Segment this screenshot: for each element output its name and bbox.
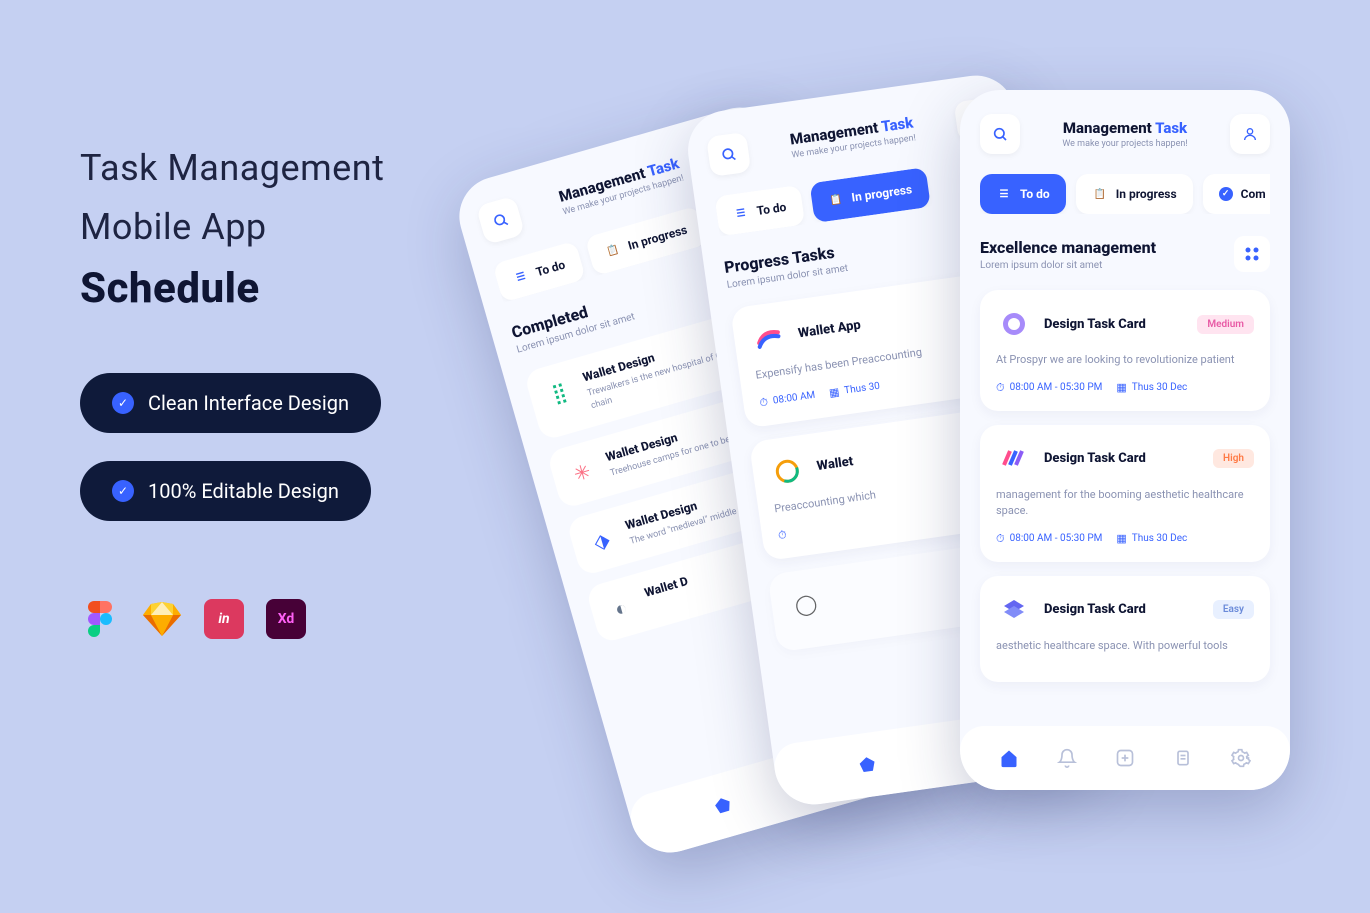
calendar-icon: ▦	[1116, 381, 1126, 394]
nav-clipboard-icon[interactable]	[1169, 744, 1197, 772]
nav-home-icon[interactable]: ⬟	[852, 749, 884, 781]
clock-icon: ⏱	[759, 395, 769, 410]
nav-settings-icon[interactable]	[1227, 744, 1255, 772]
phone-todo: Management Task We make your projects ha…	[960, 90, 1290, 790]
phones-showcase: Management Task We make your projects ha…	[600, 40, 1360, 900]
card-title: Design Task Card	[1044, 451, 1201, 466]
pill-2-label: 100% Editable Design	[148, 479, 339, 503]
nav-home-icon[interactable]: ⬟	[706, 788, 741, 823]
date-meta: ▦Thus 30	[828, 380, 881, 400]
invision-icon: in	[204, 599, 244, 639]
tab-inprogress[interactable]: 📋In progress	[1076, 174, 1193, 214]
card-logo-icon	[996, 441, 1032, 477]
pill-1-label: Clean Interface Design	[148, 391, 349, 415]
card-logo-icon	[767, 450, 808, 491]
promo-line3: Schedule	[80, 264, 540, 313]
check-icon: ✓	[112, 392, 134, 414]
priority-badge: High	[1213, 449, 1254, 468]
search-icon[interactable]	[476, 196, 525, 245]
tab-inprogress[interactable]: 📋In progress	[809, 167, 930, 223]
card-logo-icon: ◯	[786, 584, 827, 625]
search-icon[interactable]	[706, 132, 751, 177]
tab-todo[interactable]: ☰To do	[714, 185, 804, 237]
time-meta: ⏱08:00 AM - 05:30 PM	[996, 381, 1102, 395]
profile-icon[interactable]	[1230, 114, 1270, 154]
time-meta: ⏱08:00 AM - 05:30 PM	[996, 532, 1102, 546]
sketch-icon	[142, 599, 182, 639]
card-logo-icon: ⣿	[541, 374, 578, 411]
section-title: Excellence management	[980, 238, 1156, 257]
card-logo-icon: ◐	[603, 590, 640, 627]
card-logo-icon: ⬗	[583, 522, 620, 559]
tab-completed[interactable]: ✓Com	[1203, 174, 1270, 214]
nav-bell-icon[interactable]	[1053, 744, 1081, 772]
nav-add-icon[interactable]	[1111, 744, 1139, 772]
tool-icons-row: in Xd	[80, 599, 540, 639]
grid-view-icon[interactable]	[1234, 236, 1270, 272]
card-logo-icon: ✳	[564, 454, 601, 491]
card-logo-icon	[748, 317, 789, 358]
clock-icon: ⏱	[777, 528, 787, 543]
task-card[interactable]: Design Task Card High management for the…	[980, 425, 1270, 562]
task-card[interactable]: Design Task Card Medium At Prospyr we ar…	[980, 290, 1270, 411]
nav-home-icon[interactable]	[995, 744, 1023, 772]
card-logo-icon	[996, 306, 1032, 342]
time-meta: ⏱08:00 AM	[759, 388, 817, 410]
card-desc: aesthetic healthcare space. With powerfu…	[996, 638, 1254, 655]
task-card[interactable]: Design Task Card Easy aesthetic healthca…	[980, 576, 1270, 683]
search-icon[interactable]	[980, 114, 1020, 154]
priority-badge: Medium	[1197, 315, 1254, 334]
clock-icon: ⏱	[996, 532, 1005, 546]
priority-badge: Easy	[1213, 600, 1254, 619]
tab-todo[interactable]: ☰To do	[980, 174, 1066, 214]
tab-todo[interactable]: ☰To do	[492, 241, 585, 303]
xd-icon: Xd	[266, 599, 306, 639]
card-desc: At Prospyr we are looking to revolutioni…	[996, 352, 1254, 369]
feature-pill-2: ✓ 100% Editable Design	[80, 461, 371, 521]
calendar-icon: ▦	[828, 385, 840, 399]
clock-icon: ⏱	[996, 381, 1005, 395]
card-desc: management for the booming aesthetic hea…	[996, 487, 1254, 520]
section-subtitle: Lorem ipsum dolor sit amet	[980, 260, 1156, 271]
date-meta: ▦Thus 30 Dec	[1116, 381, 1187, 394]
app-subtitle: We make your projects happen!	[1062, 139, 1187, 149]
card-title: Design Task Card	[1044, 602, 1201, 617]
bottom-nav	[960, 726, 1290, 790]
figma-icon	[80, 599, 120, 639]
card-title: Design Task Card	[1044, 317, 1185, 332]
tab-inprogress[interactable]: 📋In progress	[584, 206, 707, 277]
app-title: Management Task	[1062, 119, 1187, 137]
card-logo-icon	[996, 592, 1032, 628]
time-meta: ⏱	[777, 528, 787, 543]
calendar-icon: ▦	[1116, 532, 1126, 545]
feature-pill-1: ✓ Clean Interface Design	[80, 373, 381, 433]
check-icon: ✓	[112, 480, 134, 502]
date-meta: ▦Thus 30 Dec	[1116, 532, 1187, 545]
